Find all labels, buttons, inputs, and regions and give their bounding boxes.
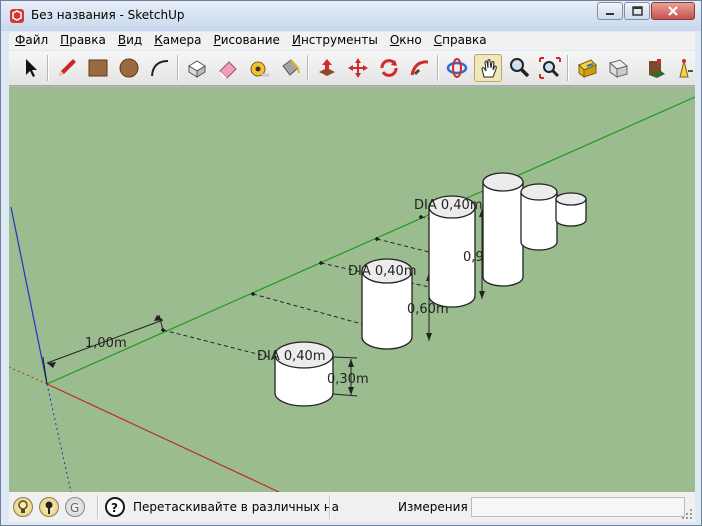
credits-status-button[interactable] <box>39 497 59 517</box>
cylinder-1[interactable]: DIA 0,40m 0,30m <box>257 341 369 407</box>
tape-measure-tool-icon <box>250 61 269 77</box>
window-title: Без названия - SketchUp <box>31 8 185 22</box>
pencil-line-tool-icon <box>59 59 76 76</box>
share-model-button[interactable] <box>604 54 632 82</box>
circle-tool-icon <box>119 58 139 78</box>
orbit-tool-icon <box>446 58 468 78</box>
paint-bucket-button[interactable] <box>276 54 304 82</box>
blue-axis <box>10 206 48 385</box>
paint-bucket-tool-icon <box>282 59 300 76</box>
lightbulb-icon <box>18 500 28 513</box>
tape-measure-button[interactable] <box>245 54 273 82</box>
menu-bar: Файл Правка Вид Камера Рисование Инструменты О… <box>9 32 695 50</box>
measurements-input[interactable] <box>471 497 685 517</box>
warehouse-button[interactable] <box>573 54 601 82</box>
eraser-tool-icon <box>219 61 237 79</box>
menu-window[interactable]: Окно <box>384 32 428 47</box>
app-window: Без названия - SketchUp Файл Правка Вид Кам… <box>0 0 702 526</box>
resize-grip-icon[interactable] <box>681 508 693 520</box>
menu-edit[interactable]: Правка <box>54 32 112 47</box>
blue-axis-negative <box>46 383 72 492</box>
rectangle-tool-button[interactable] <box>84 54 112 82</box>
move-tool-button[interactable] <box>344 54 372 82</box>
zoom-extents-button[interactable] <box>536 54 564 82</box>
orbit-tool-button[interactable] <box>443 54 471 82</box>
question-mark-icon: ? <box>111 501 118 515</box>
arc-tool-button[interactable] <box>146 54 174 82</box>
maximize-icon <box>632 6 643 16</box>
pan-tool-icon <box>481 59 497 78</box>
menu-view[interactable]: Вид <box>112 32 148 47</box>
status-hint-text: Перетаскивайте в различных на <box>133 500 340 514</box>
make-component-tool-icon <box>188 60 206 78</box>
main-toolbar <box>9 51 695 86</box>
components-tool-icon <box>649 59 665 78</box>
arc-tool-icon <box>151 60 169 77</box>
menu-file[interactable]: Файл <box>9 32 54 47</box>
location-pin-icon <box>45 501 53 514</box>
cylinder-1-height-label: 0,30m <box>327 372 369 387</box>
pencil-tool-button[interactable] <box>53 54 81 82</box>
close-icon <box>668 6 678 16</box>
move-tool-icon <box>348 58 368 78</box>
components-button[interactable] <box>642 54 670 82</box>
menu-tools[interactable]: Инструменты <box>286 32 384 47</box>
select-tool-icon <box>26 59 37 77</box>
push-pull-tool-icon <box>319 59 335 76</box>
measurements-label: Измерения <box>398 500 468 514</box>
menu-draw[interactable]: Рисование <box>208 32 286 47</box>
svg-text:G: G <box>70 501 79 515</box>
circle-tool-button[interactable] <box>115 54 143 82</box>
cylinder-3-dia-label: DIA 0,40m <box>414 198 482 213</box>
red-axis-negative <box>9 366 48 385</box>
maximize-button[interactable] <box>624 2 650 20</box>
rotate-tool-icon <box>380 59 398 77</box>
menu-camera[interactable]: Камера <box>148 32 207 47</box>
select-tool-button[interactable] <box>17 54 45 82</box>
cylinder-2-dia-label: DIA 0,40m <box>348 264 416 279</box>
follow-me-tool-icon <box>410 60 429 76</box>
zoom-tool-button[interactable] <box>505 54 533 82</box>
red-axis <box>46 383 280 492</box>
menu-help[interactable]: Справка <box>428 32 493 47</box>
sketchup-logo-icon <box>10 9 24 23</box>
title-bar[interactable]: Без названия - SketchUp <box>1 1 701 31</box>
zoom-extents-tool-icon <box>539 57 561 79</box>
make-component-button[interactable] <box>183 54 211 82</box>
cylinder-6[interactable] <box>555 192 587 227</box>
geolocation-status-button[interactable] <box>13 497 33 517</box>
minimize-button[interactable] <box>597 2 623 20</box>
share-model-tool-icon <box>608 59 629 78</box>
svg-text:?: ? <box>111 501 118 515</box>
sign-in-status-button[interactable]: G <box>65 497 85 517</box>
pan-tool-button[interactable] <box>474 54 502 82</box>
push-pull-button[interactable] <box>313 54 341 82</box>
close-button[interactable] <box>651 2 695 20</box>
extension-tool-icon <box>679 59 693 78</box>
rotate-tool-button[interactable] <box>375 54 403 82</box>
follow-me-button[interactable] <box>406 54 434 82</box>
zoom-tool-icon <box>510 58 530 78</box>
minimize-icon <box>606 13 614 15</box>
cylinder-5[interactable] <box>520 183 558 251</box>
scene-canvas[interactable]: 1,00m DIA 0,40m 0,30m DIA 0,40m 0,60m DI… <box>9 87 695 492</box>
warehouse-tool-icon <box>578 59 597 79</box>
rectangle-tool-icon <box>88 59 108 77</box>
status-bar: G ? Перетаскивайте в различных на Измере… <box>9 492 695 522</box>
user-account-icon: G <box>70 501 79 515</box>
help-button[interactable]: ? <box>105 497 125 517</box>
eraser-tool-button[interactable] <box>214 54 242 82</box>
extension-button[interactable] <box>671 54 693 82</box>
modeling-viewport[interactable]: 1,00m DIA 0,40m 0,30m DIA 0,40m 0,60m DI… <box>9 86 695 492</box>
cylinder-4[interactable] <box>482 172 524 287</box>
spacing-dimension: 1,00m <box>42 314 164 385</box>
spacing-dimension-label: 1,00m <box>85 336 127 351</box>
cylinder-1-dia-label: DIA 0,40m <box>257 349 325 364</box>
